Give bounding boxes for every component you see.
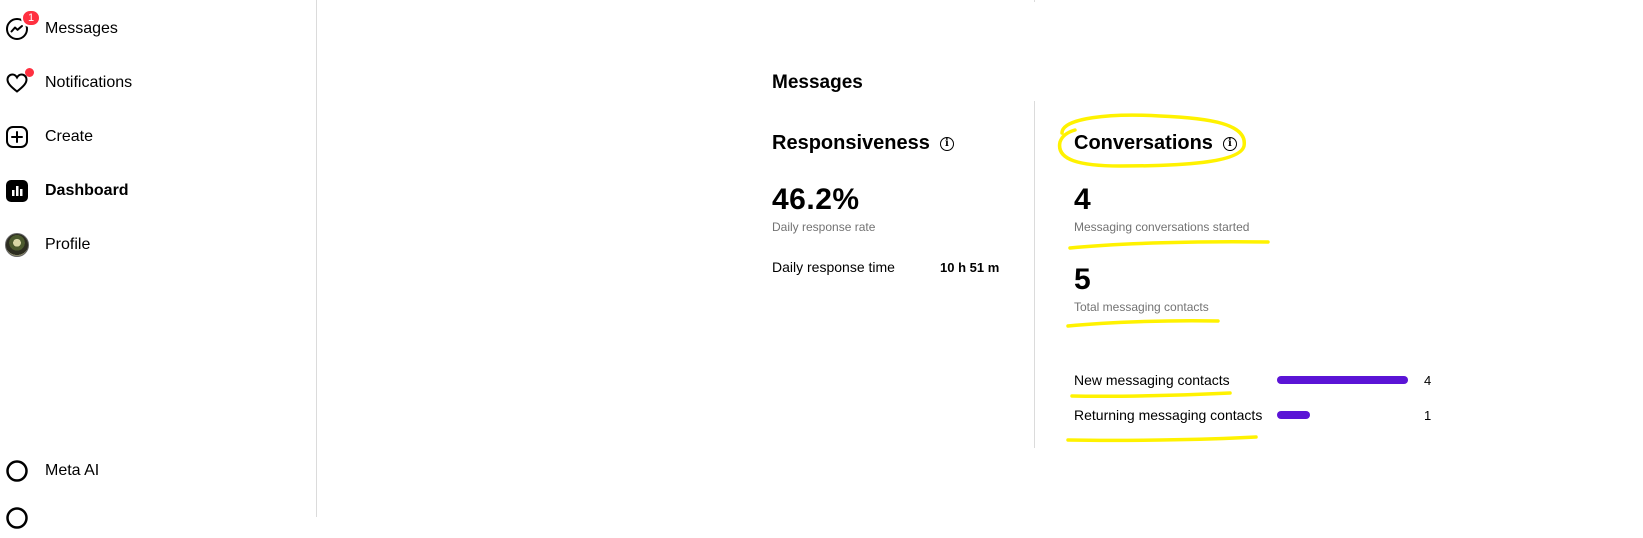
sidebar-item-notifications[interactable]: Notifications — [0, 63, 300, 103]
dashboard-icon — [5, 179, 29, 203]
total-contacts-caption: Total messaging contacts — [1074, 300, 1209, 314]
sidebar-item-label: Create — [45, 128, 94, 145]
returning-contacts-bar — [1277, 411, 1408, 419]
new-contacts-bar — [1277, 376, 1408, 384]
sidebar-item-label: Profile — [45, 236, 91, 253]
sidebar-item-label: Notifications — [45, 74, 133, 91]
unread-badge: 1 — [21, 9, 41, 27]
new-contacts-label: New messaging contacts — [1074, 372, 1230, 388]
notification-dot — [25, 68, 34, 77]
sidebar-item-label: Dashboard — [45, 182, 129, 199]
responsiveness-header: Responsiveness i — [772, 132, 954, 155]
new-contacts-count: 4 — [1424, 373, 1432, 388]
meta-ai-icon — [5, 459, 29, 483]
conversations-title: Conversations — [1074, 132, 1213, 154]
sidebar-item-more[interactable] — [0, 498, 300, 538]
info-icon[interactable]: i — [1222, 136, 1237, 151]
conversations-started-value: 4 — [1074, 183, 1092, 216]
sidebar-item-create[interactable]: Create — [0, 117, 300, 157]
conversations-header: Conversations i — [1074, 132, 1237, 155]
avatar — [5, 233, 29, 257]
sidebar-item-label: Messages — [45, 20, 118, 37]
response-rate-caption: Daily response rate — [772, 220, 876, 234]
sidebar: 1 Messages Notifications Create Dashboar… — [0, 0, 317, 529]
total-contacts-value: 5 — [1074, 263, 1092, 296]
messenger-icon: 1 — [5, 9, 41, 41]
response-rate-value: 46.2% — [772, 183, 860, 216]
responsiveness-title: Responsiveness — [772, 132, 930, 154]
page-title: Messages — [772, 72, 863, 93]
divider — [1034, 0, 1035, 2]
highlight-underline — [1070, 391, 1232, 399]
info-icon[interactable]: i — [939, 136, 954, 151]
returning-contacts-label: Returning messaging contacts — [1074, 407, 1263, 423]
avatar-container — [5, 233, 29, 257]
plus-square-icon — [5, 125, 29, 149]
highlight-underline — [1066, 318, 1220, 328]
column-divider — [1034, 101, 1035, 448]
sidebar-item-label: Meta AI — [45, 462, 100, 479]
sidebar-item-messages[interactable]: 1 Messages — [0, 9, 300, 49]
response-time-label: Daily response time — [772, 259, 895, 275]
sidebar-item-dashboard[interactable]: Dashboard — [0, 171, 300, 211]
response-time-value: 10 h 51 m — [940, 260, 1000, 275]
more-icon — [5, 506, 29, 530]
heart-icon — [5, 68, 34, 95]
new-contacts-bar-fill — [1277, 376, 1408, 384]
returning-contacts-bar-fill — [1277, 411, 1310, 419]
sidebar-item-profile[interactable]: Profile — [0, 225, 300, 265]
returning-contacts-count: 1 — [1424, 408, 1432, 423]
sidebar-item-meta-ai[interactable]: Meta AI — [0, 451, 300, 491]
highlight-underline — [1066, 435, 1258, 443]
highlight-underline — [1068, 240, 1270, 250]
conversations-started-caption: Messaging conversations started — [1074, 220, 1250, 234]
